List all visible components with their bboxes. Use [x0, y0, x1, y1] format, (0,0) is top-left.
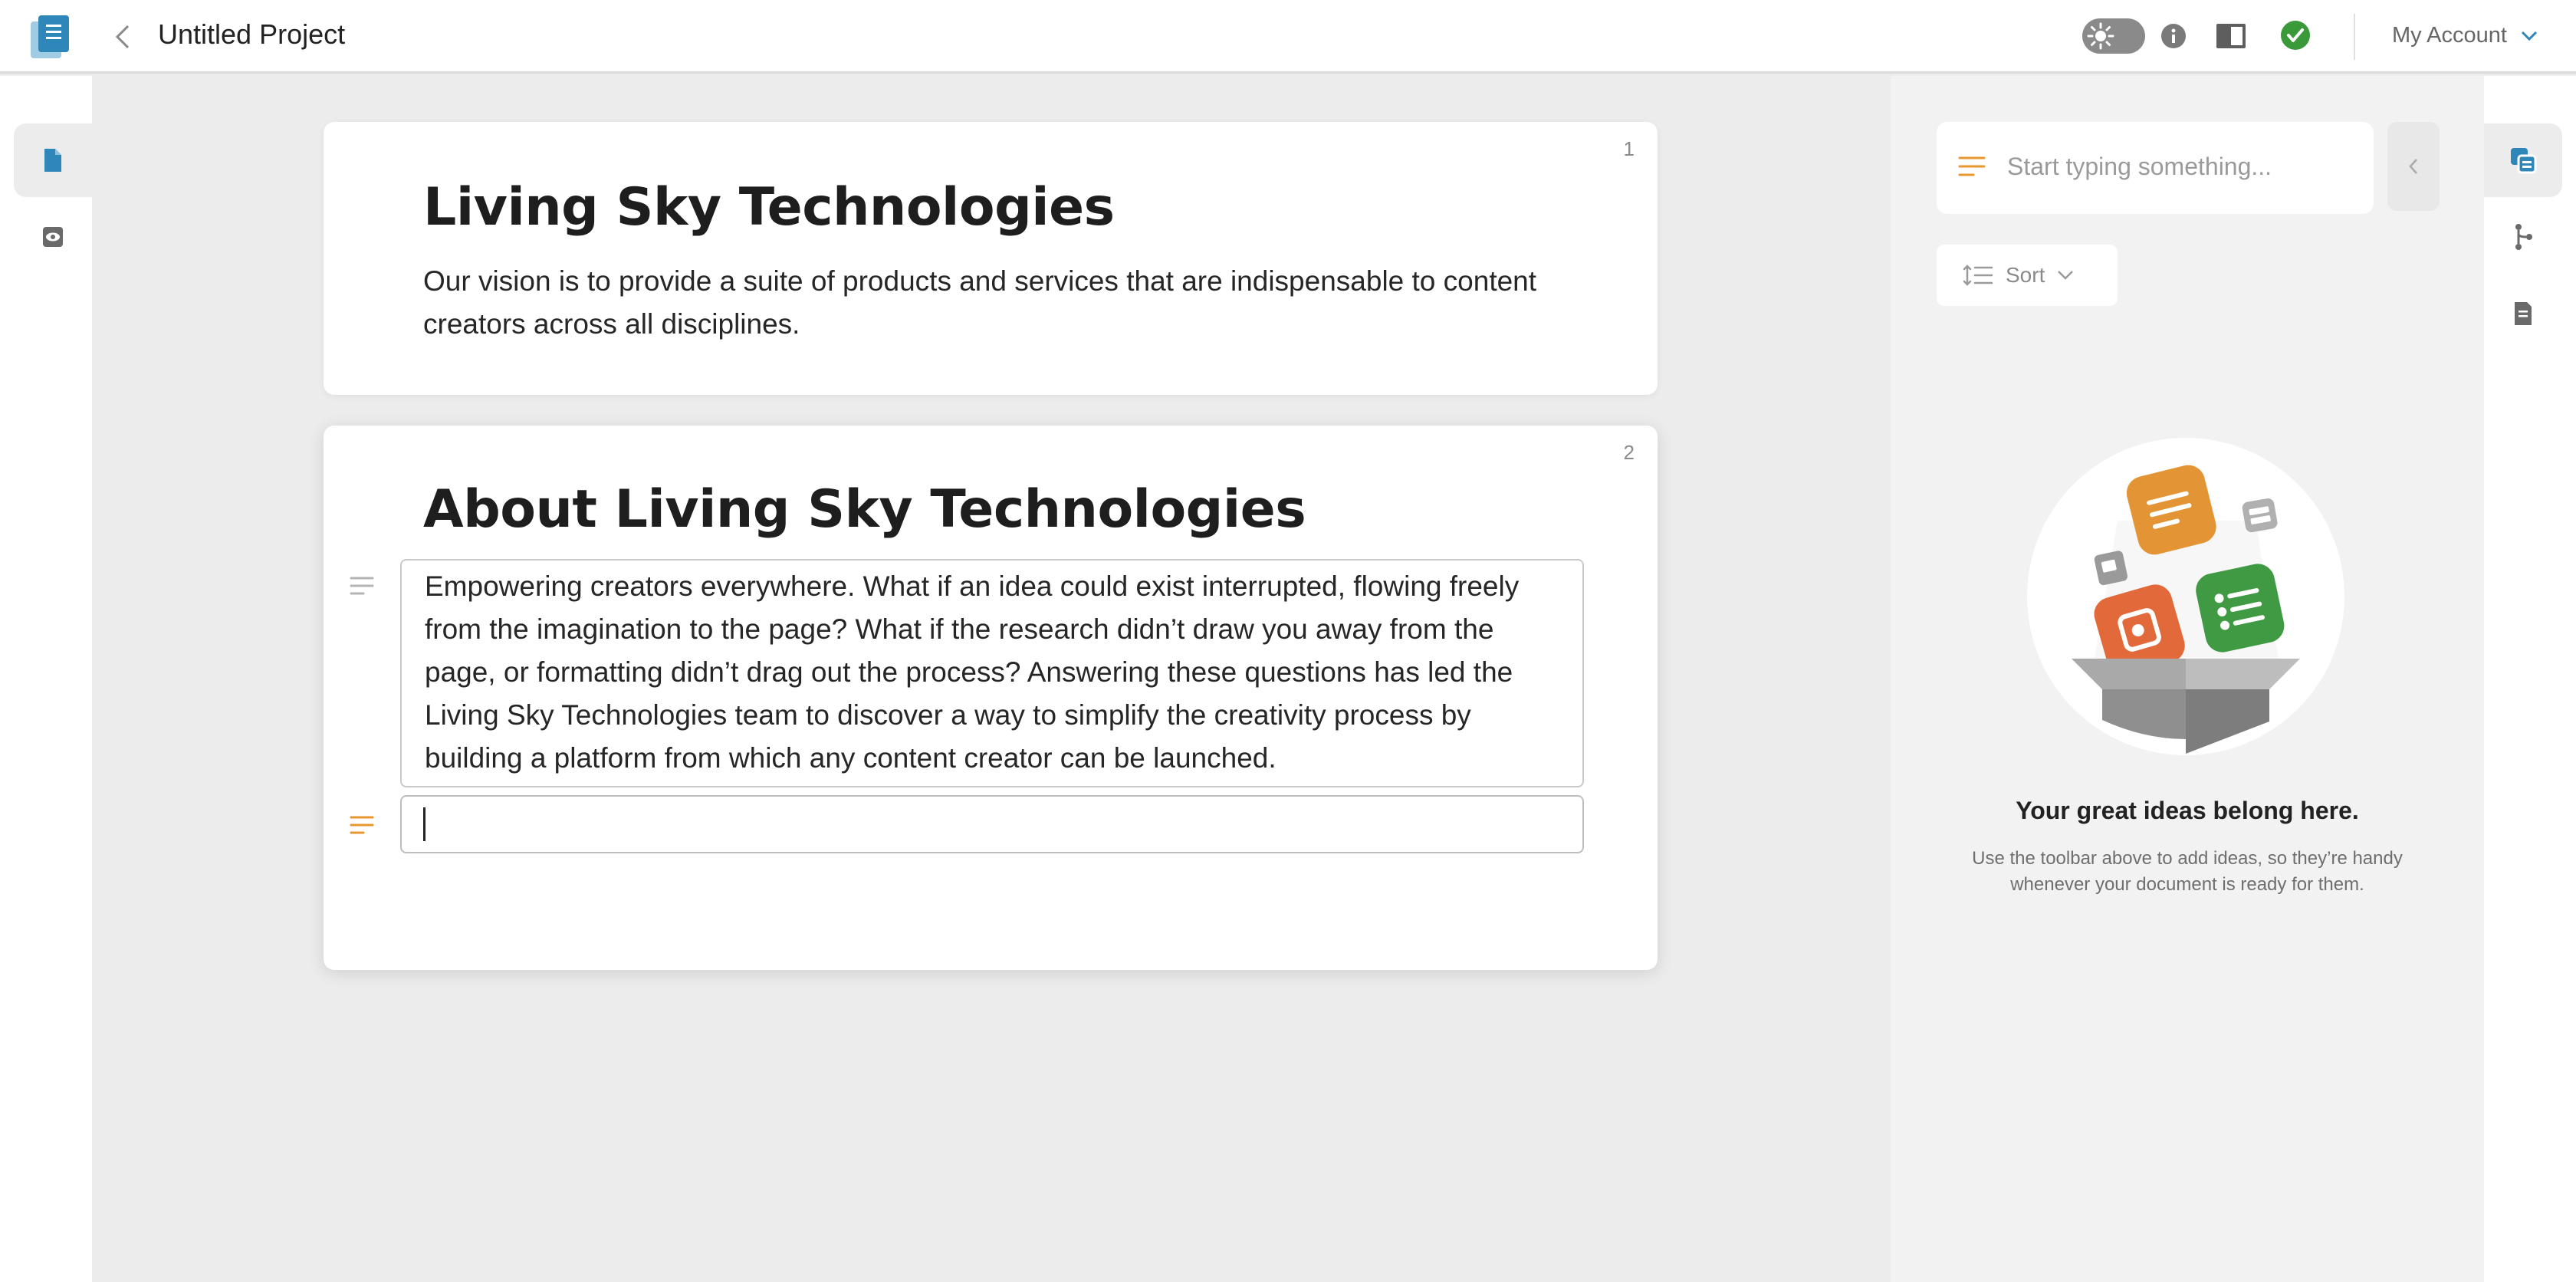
idea-lines-icon: [1958, 156, 1986, 176]
chevron-down-icon: [2058, 271, 2074, 280]
theme-toggle[interactable]: [2082, 18, 2145, 54]
sun-icon: [2087, 22, 2114, 50]
rail-document-button[interactable]: [14, 123, 92, 197]
account-menu[interactable]: My Account: [2392, 23, 2538, 48]
rail-notes-button[interactable]: [2484, 277, 2562, 350]
document-icon: [44, 149, 61, 172]
document-canvas: 1 Living Sky Technologies Our vision is …: [92, 76, 1891, 1282]
notes-icon: [2515, 302, 2532, 325]
header-divider: [2354, 14, 2355, 60]
project-title[interactable]: Untitled Project: [158, 18, 345, 51]
top-bar: Untitled Project My Account: [0, 0, 2576, 74]
sort-button[interactable]: Sort: [1937, 245, 2118, 306]
rail-preview-button[interactable]: [14, 200, 92, 274]
sort-icon: [1963, 265, 1993, 286]
info-icon[interactable]: [2160, 23, 2187, 49]
paragraph-block[interactable]: Empowering creators everywhere. What if …: [400, 559, 1584, 787]
idea-input[interactable]: Start typing something...: [1937, 122, 2374, 214]
page-title[interactable]: Living Sky Technologies: [423, 177, 1115, 238]
back-button[interactable]: [107, 21, 138, 52]
collapse-panel-button[interactable]: [2387, 122, 2440, 211]
chevron-left-icon: [2409, 159, 2417, 174]
page-paragraph[interactable]: Our vision is to provide a suite of prod…: [423, 260, 1566, 346]
ideas-icon: [2511, 148, 2537, 174]
empty-ideas-title: Your great ideas belong here.: [2016, 797, 2359, 824]
page-card-1[interactable]: 1 Living Sky Technologies Our vision is …: [324, 122, 1658, 395]
page-card-2[interactable]: 2 About Living Sky Technologies Empoweri…: [324, 426, 1658, 970]
rail-outline-button[interactable]: [2484, 200, 2562, 274]
chevron-down-icon: [2521, 31, 2537, 41]
outline-tree-icon: [2515, 224, 2532, 250]
new-paragraph-handle-icon[interactable]: [350, 815, 374, 835]
idea-input-placeholder: Start typing something...: [2007, 153, 2272, 180]
new-paragraph-input[interactable]: [400, 795, 1584, 853]
split-layout-icon[interactable]: [2216, 23, 2246, 49]
page-number: 2: [1623, 441, 1635, 464]
saved-status-check-icon[interactable]: [2280, 20, 2311, 51]
sort-label: Sort: [2006, 263, 2045, 287]
right-rail: [2484, 76, 2576, 1282]
ideas-panel: Start typing something... Sort Your grea…: [1891, 76, 2484, 1282]
empty-ideas-description: Use the toolbar above to add ideas, so t…: [1972, 848, 2403, 895]
left-rail: [0, 76, 92, 1282]
empty-ideas-illustration: [2026, 436, 2346, 757]
app-logo-icon[interactable]: [29, 14, 72, 60]
text-caret: [423, 807, 426, 841]
paragraph-drag-handle-icon[interactable]: [350, 576, 374, 596]
rail-ideas-button[interactable]: [2484, 123, 2562, 197]
page-number: 1: [1623, 137, 1635, 160]
preview-eye-icon: [43, 227, 63, 247]
chevron-left-icon: [115, 25, 130, 49]
page-title[interactable]: About Living Sky Technologies: [423, 479, 1306, 540]
account-label: My Account: [2392, 23, 2507, 48]
